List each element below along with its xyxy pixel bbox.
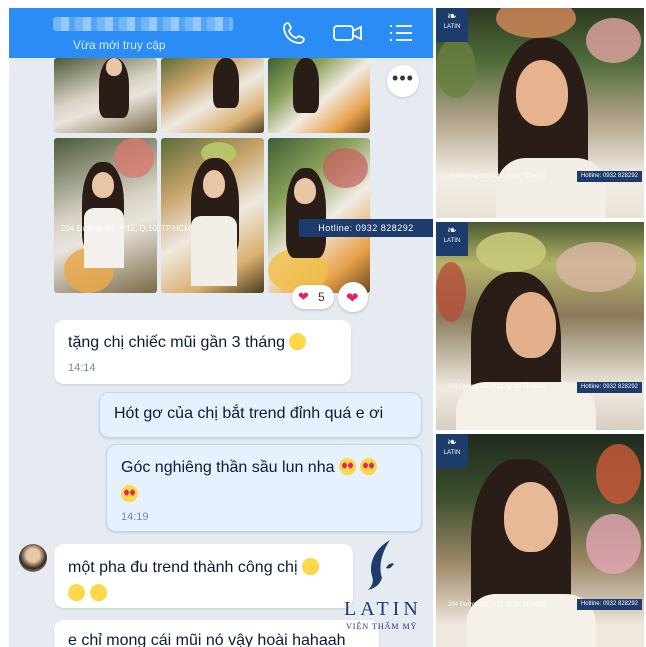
latin-small-logo: ❧ LATIN [436, 222, 468, 256]
reaction-count: 5 [318, 290, 325, 304]
message-text: tặng chị chiếc mũi gần 3 tháng [68, 333, 307, 352]
message-text-content: một pha đu trend thành công chị [68, 559, 298, 576]
brand-name: LATIN [344, 598, 422, 620]
latin-brand-logo: LATIN VIỆN THẨM MỸ [338, 538, 430, 636]
photo-address-watermark: 204 Đường 3/2, P.12, Q.10, TP.HCM [61, 224, 191, 233]
portrait-photo: ❧ LATIN 204 Đường 3/2, P.12, Q.10, TP.HCM… [436, 8, 644, 218]
heart-eyes-emoji-icon [338, 458, 356, 475]
portrait-photo: ❧ LATIN 204 Đường 3/2, P.12, Q.10, TP.HCM… [436, 434, 644, 647]
photo-thumbnail[interactable] [268, 138, 370, 293]
message-text: một pha đu trend thành công chị [68, 555, 322, 578]
photo-thumbnail[interactable] [54, 138, 157, 293]
photo-thumbnail[interactable] [161, 58, 264, 133]
hotline-watermark: Hotline: 0932 828292 [576, 171, 642, 182]
hotline-watermark: Hotline: 0932 828292 [299, 219, 433, 237]
latin-small-logo: ❧ LATIN [436, 8, 468, 42]
brand-tagline: VIỆN THẨM MỸ [346, 622, 418, 631]
message-bubble-incoming[interactable]: e chỉ mong cái mũi nó vậy hoài hahaah [54, 620, 379, 647]
brand-silhouette-icon [368, 540, 394, 590]
message-text: Góc nghiêng thần sầu lun nha [121, 458, 378, 477]
latin-small-logo-text: LATIN [443, 238, 461, 244]
hotline-watermark: Hotline: 0932 828292 [576, 382, 642, 393]
rofl-emoji-icon [299, 555, 322, 578]
photo-thumbnail[interactable] [54, 58, 157, 133]
latin-small-logo-text: LATIN [443, 24, 461, 30]
heart-icon: ❤ [346, 290, 359, 307]
phone-icon[interactable] [281, 20, 307, 51]
photo-thumbnail[interactable] [161, 138, 264, 293]
message-time: 14:14 [68, 362, 96, 374]
rofl-emoji-icon [87, 581, 110, 604]
message-time: 14:19 [121, 511, 149, 523]
heart-eyes-emoji-icon [121, 485, 138, 502]
contact-name-blurred [53, 17, 233, 31]
video-icon[interactable] [332, 20, 364, 51]
contact-avatar[interactable] [19, 544, 47, 572]
photo-address-watermark: 204 Đường 3/2, P.12, Q.10, TP.HCM [448, 602, 546, 608]
latin-small-logo: ❧ LATIN [436, 434, 468, 468]
photo-address-watermark: 204 Đường 3/2, P.12, Q.10, TP.HCM [448, 384, 546, 390]
message-text: Hót gơ của chị bắt trend đỉnh quá e ơi [114, 405, 384, 422]
message-bubble-outgoing[interactable]: Góc nghiêng thần sầu lun nha 14:19 [106, 444, 422, 532]
message-bubble-incoming[interactable]: một pha đu trend thành công chị [54, 544, 353, 608]
laughing-emoji-icon [289, 333, 307, 350]
status-text: Vừa mới truy cập [73, 38, 166, 52]
photo-address-watermark: 204 Đường 3/2, P.12, Q.10, TP.HCM [448, 174, 546, 180]
portrait-photo: ❧ LATIN 204 Đường 3/2, P.12, Q.10, TP.HCM… [436, 222, 644, 430]
rofl-emoji-icon [65, 581, 88, 604]
message-bubble-outgoing[interactable]: Hót gơ của chị bắt trend đỉnh quá e ơi [99, 392, 422, 438]
message-text: e chỉ mong cái mũi nó vậy hoài hahaah [68, 632, 346, 647]
hotline-watermark: Hotline: 0932 828292 [576, 599, 642, 610]
chat-header: Vừa mới truy cập [9, 8, 433, 58]
react-heart-button[interactable]: ❤ [338, 282, 368, 312]
list-icon[interactable] [387, 20, 415, 51]
message-bubble-incoming[interactable]: tặng chị chiếc mũi gần 3 tháng 14:14 [54, 320, 351, 384]
message-text-content: tặng chị chiếc mũi gần 3 tháng [68, 334, 286, 351]
message-text-content: Góc nghiêng thần sầu lun nha [121, 459, 335, 476]
latin-small-logo-text: LATIN [443, 450, 461, 456]
heart-icon: ❤ [298, 289, 309, 304]
heart-eyes-emoji-icon [360, 458, 378, 475]
more-options-button[interactable]: ••• [387, 65, 419, 97]
photo-thumbnail[interactable] [268, 58, 370, 133]
reaction-count-pill[interactable]: ❤ 5 [292, 285, 334, 309]
